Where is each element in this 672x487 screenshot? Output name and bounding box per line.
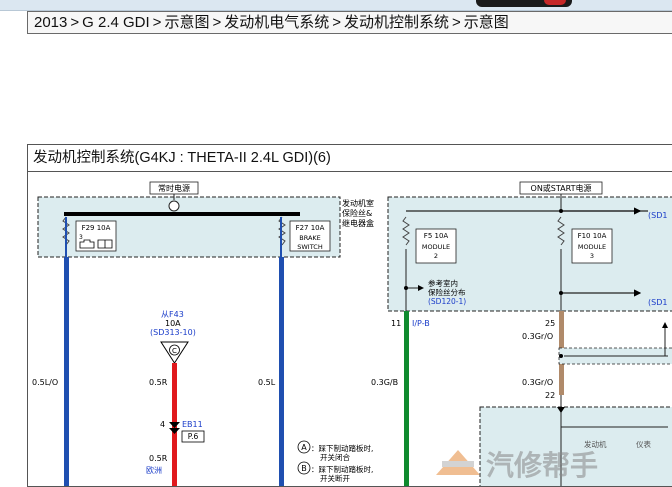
ref-note: 保险丝分布 (428, 287, 466, 297)
watermark: 汽修帮手 (436, 449, 598, 482)
watermark-logo-icon-bar (442, 461, 474, 467)
wire-label-gro-2: 0.3Gr/O (522, 378, 553, 387)
fuse-f27-sub: BRAKE (299, 234, 321, 242)
fuse-f10-name: F10 10A (578, 232, 607, 240)
breadcrumb: 2013 > G 2.4 GDI > 示意图 > 发动机电气系统 > 发动机控制系统 > 示意图 (27, 11, 672, 34)
connector-pin: 4 (160, 420, 165, 429)
fuse-f29-name: F29 10A (82, 224, 111, 232)
fuse-f5-sub: MODULE (422, 243, 450, 251)
pin-25: 25 (545, 319, 555, 328)
breadcrumb-item[interactable]: 发动机电气系统 (224, 14, 329, 31)
watermark-text: 汽修帮手 (486, 449, 598, 482)
from-f43-ref: (SD313-10) (150, 328, 196, 337)
lower-module-label: 发动机 (584, 439, 607, 449)
breadcrumb-separator: > (70, 14, 80, 31)
breadcrumb-item[interactable]: G 2.4 GDI (82, 14, 150, 31)
wire-0-5-lo (64, 257, 69, 486)
wire-label-gro: 0.3Gr/O (522, 332, 553, 341)
ref-note: 参考室内 (428, 278, 458, 288)
breadcrumb-item[interactable]: 2013 (34, 14, 67, 31)
fuse-f29-sub: 3 (79, 234, 83, 241)
brand-logo-accent (544, 0, 566, 5)
left-box-label: 发动机室 (342, 198, 374, 208)
fuse-f10-sub: 3 (590, 252, 594, 260)
pin-11: 11 (391, 319, 401, 328)
connector-arrow (169, 422, 180, 428)
power-node (168, 200, 180, 212)
fuse-f5-name: F5 10A (424, 232, 449, 240)
breadcrumb-separator: > (152, 14, 162, 31)
right-ref: (SD1 (648, 211, 667, 220)
region-label: 欧洲 (146, 465, 162, 475)
wire-label-r: 0.5R (149, 378, 168, 387)
right-box-header: ON或START电源 (531, 183, 592, 193)
left-box-label: 继电器盒 (342, 218, 374, 228)
fuse-f10-sub: MODULE (578, 243, 606, 251)
ref-code: (SD120-1) (428, 297, 466, 306)
left-box-label: 保险丝& (342, 208, 372, 218)
wiring-diagram: 常时电源 发动机室 保险丝& 继电器盒 F29 10A 3 F27 10A BR… (32, 181, 672, 486)
fuse-f5-sub: 2 (434, 252, 438, 260)
fuse-f27-sub: SWITCH (297, 243, 323, 251)
note-mark-b-text: B (301, 464, 307, 473)
note-b-line: 开关断开 (320, 473, 350, 483)
pin-22: 22 (545, 391, 555, 400)
right-ref: (SD1 (648, 298, 667, 307)
junction-dot (559, 354, 563, 358)
wire-label-r2: 0.5R (149, 454, 168, 463)
left-box-header: 常时电源 (158, 183, 190, 193)
connector-name: EB11 (182, 420, 203, 429)
breadcrumb-separator: > (332, 14, 341, 31)
junction-dot (559, 291, 563, 295)
junction-dot (404, 286, 408, 290)
top-banner (0, 0, 672, 11)
from-f43-amp: 10A (165, 319, 181, 328)
wire-label-lo: 0.5L/O (32, 378, 58, 387)
note-a-line: 开关闭合 (320, 452, 350, 462)
pin-11-label: I/P-B (412, 319, 430, 328)
wiring-diagram-panel: 发动机控制系统(G4KJ : THETA-II 2.4L GDI)(6) 常时电… (27, 144, 672, 487)
breadcrumb-separator: > (452, 14, 461, 31)
breadcrumb-separator: > (212, 14, 222, 31)
note-mark-a-text: A (301, 443, 307, 452)
splice-label: C (172, 347, 177, 355)
busbar (64, 212, 300, 216)
note-a-line: ：踩下制动踏板时, (311, 443, 373, 453)
wire-label-gb: 0.3G/B (371, 378, 398, 387)
breadcrumb-item[interactable]: 发动机控制系统 (344, 14, 449, 31)
breadcrumb-item-current: 示意图 (463, 14, 509, 31)
wire-label-l: 0.5L (258, 378, 276, 387)
connector-arrow (169, 428, 180, 434)
breadcrumb-item[interactable]: 示意图 (164, 14, 209, 31)
fuse-f27-name: F27 10A (296, 224, 325, 232)
wire-0-5-l (279, 257, 284, 486)
note-b-line: ：踩下制动踏板时, (311, 464, 373, 474)
junction-dot (559, 209, 563, 213)
wire-0-3-gb (404, 311, 409, 486)
lower-module-label: 仪表 (636, 439, 651, 449)
connector-sub: P.6 (188, 432, 199, 441)
from-f43-label: 从F43 (161, 310, 184, 319)
